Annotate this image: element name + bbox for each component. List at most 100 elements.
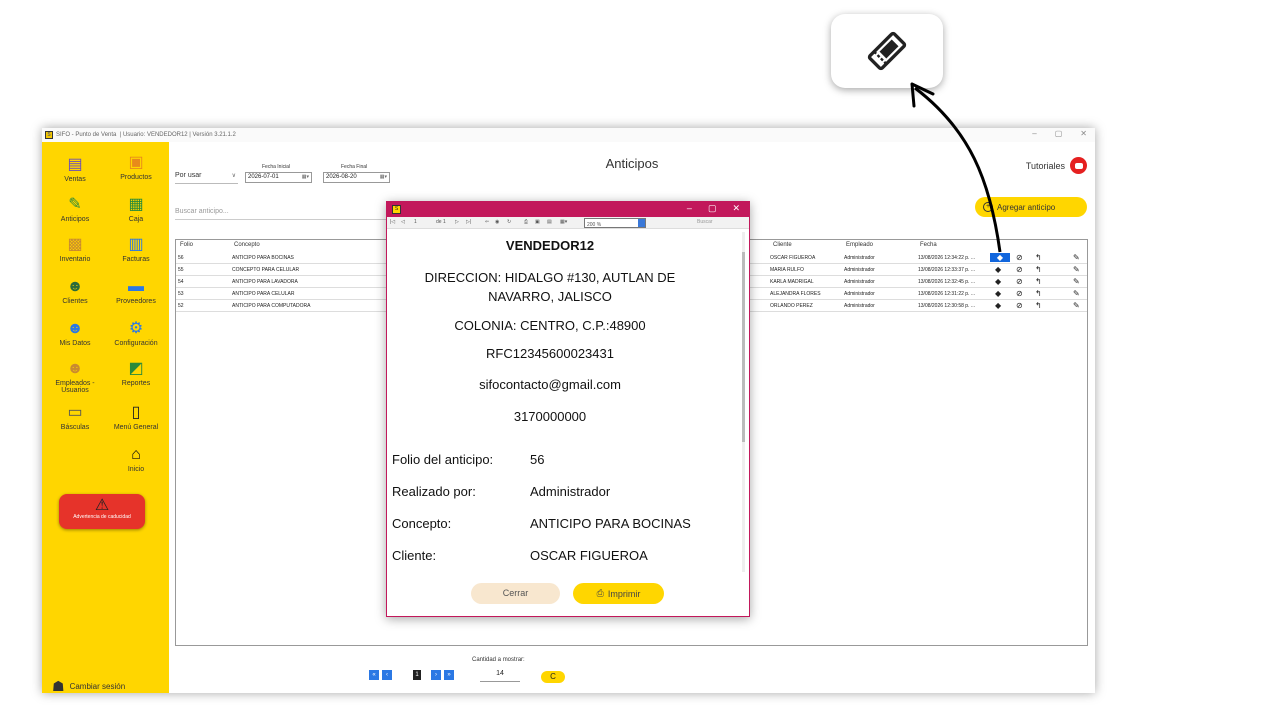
sidebar-item-menu-general[interactable]: ▯ Menú General (106, 404, 166, 431)
column-header[interactable]: Concepto (234, 242, 260, 248)
modal-maximize-button[interactable]: ▢ (708, 203, 717, 214)
sidebar-item-mis-datos[interactable]: ☻ Mis Datos (45, 320, 105, 347)
layout-icon[interactable]: ▣ (535, 219, 540, 225)
receipt-scrollbar[interactable] (742, 232, 745, 572)
youtube-icon (1070, 157, 1087, 174)
start-date-picker[interactable]: 2026-07-01 ▦▾ (245, 172, 312, 183)
cancel-icon[interactable]: ⊘ (1016, 265, 1023, 274)
end-date-picker[interactable]: 2026-08-20 ▦▾ (323, 172, 390, 183)
cancel-icon[interactable]: ⊘ (1016, 253, 1023, 262)
print-icon[interactable]: ⎙ (524, 219, 528, 225)
export-icon[interactable]: ▦▾ (560, 219, 567, 225)
refresh-icon[interactable]: ↻ (507, 219, 511, 225)
column-header[interactable]: Empleado (846, 242, 873, 248)
cancel-icon[interactable]: ⊘ (1016, 301, 1023, 310)
close-button[interactable]: ✕ (1080, 129, 1087, 138)
sidebar-item-ventas[interactable]: ▤ Ventas (45, 156, 105, 183)
sidebar: ▤ Ventas ▣ Productos ✎ Anticipos ▦ Caja ▩ Inv… (42, 142, 169, 693)
stop-icon[interactable]: ◉ (495, 219, 499, 225)
back-icon[interactable]: ⇐ (485, 219, 489, 225)
ticket-icon[interactable]: ◆ (990, 253, 1010, 262)
ticket-icon[interactable]: ◆ (995, 289, 1001, 298)
sidebar-item-facturas[interactable]: ▥ Facturas (106, 236, 166, 263)
column-header[interactable]: Fecha (920, 242, 937, 248)
tag-icon: ✎ (68, 196, 82, 213)
sidebar-item-clientes[interactable]: ☻ Clientes (45, 278, 105, 305)
search-input[interactable]: Buscar anticipo... (175, 206, 390, 220)
minimize-button[interactable]: – (1032, 129, 1036, 138)
refresh-button[interactable]: C (541, 671, 565, 683)
column-header[interactable]: Folio (180, 242, 193, 248)
field-label: Realizado por: (392, 484, 476, 499)
undo-icon[interactable]: ↰ (1035, 265, 1042, 274)
edit-icon[interactable]: ✎ (1073, 301, 1080, 310)
sidebar-item-proveedores[interactable]: ▬ Proveedores (106, 278, 166, 305)
sidebar-item-basculas[interactable]: ▭ Básculas (45, 404, 105, 431)
expiry-warning-button[interactable]: ⚠ Advertencia de caducidad (59, 494, 145, 529)
modal-minimize-button[interactable]: – (687, 203, 692, 214)
modal-close-button[interactable]: ✕ (732, 203, 740, 214)
edit-icon[interactable]: ✎ (1073, 265, 1080, 274)
ticket-icon[interactable]: ◆ (995, 265, 1001, 274)
edit-icon[interactable]: ✎ (1073, 277, 1080, 286)
maximize-button[interactable]: ▢ (1055, 129, 1063, 138)
title-bar: S SIFO - Punto de Venta | Usuario: VENDE… (42, 128, 1095, 142)
receipt-colony: COLONIA: CENTRO, C.P.:48900 (454, 318, 646, 333)
next-page-icon[interactable]: ▷ (455, 219, 459, 225)
field-label: Folio del anticipo: (392, 452, 494, 467)
calendar-icon: ▦▾ (379, 174, 387, 180)
undo-icon[interactable]: ↰ (1035, 277, 1042, 286)
undo-icon[interactable]: ↰ (1035, 253, 1042, 262)
logout-button[interactable]: ☗ Cambiar sesión (52, 678, 125, 693)
pager-next: › » (431, 670, 454, 680)
zoom-select[interactable]: 200 % (584, 218, 646, 228)
column-header[interactable]: Cliente (773, 242, 792, 248)
print-button[interactable]: ⎙ Imprimir (573, 583, 664, 604)
cancel-icon[interactable]: ⊘ (1016, 289, 1023, 298)
add-advance-button[interactable]: + Agregar anticipo (975, 197, 1087, 217)
box-icon: ▣ (128, 154, 144, 171)
sidebar-item-inicio[interactable]: ⌂ Inicio (106, 446, 166, 473)
scrollbar-thumb[interactable] (742, 252, 745, 442)
quantity-input[interactable]: 14 (480, 670, 520, 682)
sidebar-item-anticipos[interactable]: ✎ Anticipos (45, 196, 105, 223)
sidebar-item-empleados[interactable]: ☻ Empleados - Usuarios (45, 360, 105, 394)
last-page-button[interactable]: » (444, 670, 454, 680)
warning-icon: ⚠ (94, 497, 110, 514)
prev-page-icon[interactable]: ◁ (401, 219, 405, 225)
next-page-button[interactable]: › (431, 670, 441, 680)
close-modal-button[interactable]: Cerrar (471, 583, 560, 604)
status-filter-select[interactable]: Por usar ∨ (175, 172, 238, 184)
chart-icon: ◩ (128, 360, 144, 377)
field-label: Cliente: (392, 548, 437, 563)
sidebar-item-configuracion[interactable]: ⚙ Configuración (106, 320, 166, 347)
sidebar-item-caja[interactable]: ▦ Caja (106, 196, 166, 223)
ticket-icon[interactable]: ◆ (995, 301, 1001, 310)
cancel-icon[interactable]: ⊘ (1016, 277, 1023, 286)
sidebar-item-reportes[interactable]: ◩ Reportes (106, 360, 166, 387)
edit-icon[interactable]: ✎ (1073, 289, 1080, 298)
page-setup-icon[interactable]: ▤ (547, 219, 552, 225)
undo-icon[interactable]: ↰ (1035, 289, 1042, 298)
cash-register-icon: ▤ (67, 156, 83, 173)
report-page-input[interactable]: 1 (414, 219, 417, 225)
edit-icon[interactable]: ✎ (1073, 253, 1080, 262)
sidebar-item-productos[interactable]: ▣ Productos (106, 154, 166, 181)
sidebar-item-inventario[interactable]: ▩ Inventario (45, 236, 105, 263)
user-icon: ☻ (66, 320, 84, 337)
first-page-button[interactable]: « (369, 670, 379, 680)
page-title: Anticipos (605, 156, 659, 171)
undo-icon[interactable]: ↰ (1035, 301, 1042, 310)
last-page-icon[interactable]: ▷| (466, 219, 471, 225)
ticket-icon[interactable]: ◆ (995, 277, 1001, 286)
field-label: Concepto: (392, 516, 452, 531)
receipt-email: sifocontacto@gmail.com (479, 377, 621, 392)
find-button[interactable]: Buscar (697, 219, 713, 225)
receipt-phone: 3170000000 (513, 409, 587, 424)
end-date-label: Fecha Final (341, 164, 368, 170)
tutorials-link[interactable]: Tutoriales (1026, 157, 1087, 174)
receipt-header: VENDEDOR12 (505, 238, 595, 253)
chevron-down-icon: ∨ (231, 173, 236, 179)
first-page-icon[interactable]: |◁ (390, 219, 395, 225)
prev-page-button[interactable]: ‹ (382, 670, 392, 680)
